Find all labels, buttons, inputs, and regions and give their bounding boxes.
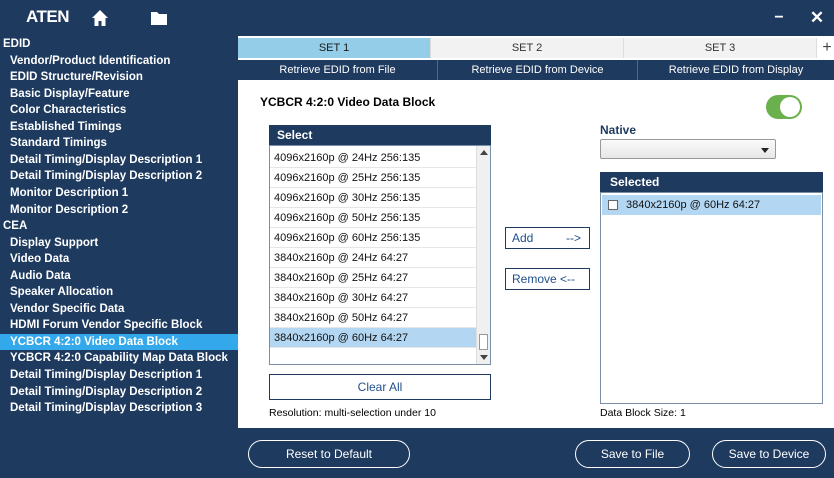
scroll-thumb[interactable]	[479, 334, 488, 350]
home-icon[interactable]	[90, 8, 110, 28]
sidebar-item[interactable]: Monitor Description 2	[0, 202, 238, 219]
sidebar-item[interactable]: Audio Data	[0, 268, 238, 285]
select-scrollbar[interactable]	[476, 146, 490, 364]
sidebar-item[interactable]: Detail Timing/Display Description 1	[0, 152, 238, 169]
reset-to-default-button[interactable]: Reset to Default	[248, 440, 410, 468]
tab-set-1[interactable]: SET 1	[238, 38, 431, 58]
selected-list[interactable]: 3840x2160p @ 60Hz 64:27	[600, 192, 823, 404]
sidebar-item[interactable]: Color Characteristics	[0, 102, 238, 119]
toggle-knob	[780, 97, 800, 117]
select-list-item[interactable]: 4096x2160p @ 25Hz 256:135	[270, 168, 476, 188]
select-list-item[interactable]: 3840x2160p @ 60Hz 64:27	[270, 328, 476, 348]
remove-button[interactable]: Remove <--	[505, 268, 590, 290]
title-bar: ATEN − ✕	[0, 0, 834, 36]
selected-header: Selected	[600, 172, 823, 192]
clear-all-button[interactable]: Clear All	[269, 374, 491, 400]
native-select[interactable]	[600, 139, 776, 159]
save-to-device-button[interactable]: Save to Device	[712, 440, 826, 468]
add-arrow-icon: -->	[566, 231, 581, 245]
add-tab-button[interactable]: +	[820, 38, 834, 58]
sidebar: EDID Vendor/Product Identification EDID St…	[0, 36, 238, 478]
sidebar-item[interactable]: Monitor Description 1	[0, 185, 238, 202]
enable-toggle[interactable]	[766, 95, 802, 119]
select-list-item[interactable]: 3840x2160p @ 24Hz 64:27	[270, 248, 476, 268]
select-list-item[interactable]: 4096x2160p @ 60Hz 256:135	[270, 228, 476, 248]
select-list[interactable]: 4096x2160p @ 24Hz 256:135 4096x2160p @ 25…	[269, 145, 491, 365]
sidebar-item[interactable]: Vendor Specific Data	[0, 301, 238, 318]
select-list-item[interactable]: 3840x2160p @ 30Hz 64:27	[270, 288, 476, 308]
select-list-item[interactable]: 4096x2160p @ 50Hz 256:135	[270, 208, 476, 228]
sidebar-item[interactable]: Detail Timing/Display Description 2	[0, 168, 238, 185]
sidebar-item[interactable]: Basic Display/Feature	[0, 86, 238, 103]
sidebar-item[interactable]: YCBCR 4:2:0 Capability Map Data Block	[0, 350, 238, 367]
save-to-file-button[interactable]: Save to File	[575, 440, 690, 468]
sidebar-item[interactable]: Vendor/Product Identification	[0, 53, 238, 70]
chevron-down-icon	[761, 148, 769, 153]
page-title: YCBCR 4:2:0 Video Data Block	[260, 95, 436, 109]
retrieve-bar: Retrieve EDID from File Retrieve EDID fr…	[238, 60, 834, 80]
bottom-bar: Reset to Default Save to File Save to De…	[238, 428, 834, 478]
sidebar-item[interactable]: EDID	[0, 36, 238, 53]
sidebar-item[interactable]: Established Timings	[0, 119, 238, 136]
data-block-size: Data Block Size: 1	[600, 407, 686, 419]
select-list-item[interactable]: 4096x2160p @ 30Hz 256:135	[270, 188, 476, 208]
select-header: Select	[269, 125, 491, 145]
sidebar-item[interactable]: YCBCR 4:2:0 Video Data Block	[0, 333, 238, 351]
resolution-note: Resolution: multi-selection under 10	[269, 407, 436, 419]
sidebar-item[interactable]: Display Support	[0, 235, 238, 252]
scroll-down-icon[interactable]	[480, 355, 488, 360]
select-list-item[interactable]: 4096x2160p @ 24Hz 256:135	[270, 148, 476, 168]
retrieve-from-display-button[interactable]: Retrieve EDID from Display	[638, 60, 834, 80]
aten-logo: ATEN	[26, 7, 70, 26]
folder-icon[interactable]	[150, 10, 168, 26]
selected-list-item[interactable]: 3840x2160p @ 60Hz 64:27	[602, 195, 821, 215]
add-button[interactable]: Add -->	[505, 227, 590, 249]
sidebar-item[interactable]: HDMI Forum Vendor Specific Block	[0, 317, 238, 334]
retrieve-from-device-button[interactable]: Retrieve EDID from Device	[438, 60, 638, 80]
add-button-label: Add	[512, 231, 534, 245]
close-button[interactable]: ✕	[806, 6, 828, 30]
sidebar-item[interactable]: Detail Timing/Display Description 1	[0, 367, 238, 384]
sidebar-item[interactable]: Detail Timing/Display Description 3	[0, 400, 238, 417]
tab-set-3[interactable]: SET 3	[624, 38, 817, 58]
sidebar-item[interactable]: Standard Timings	[0, 135, 238, 152]
set-tabs: SET 1 SET 2 SET 3 +	[238, 38, 834, 58]
select-list-item[interactable]: 3840x2160p @ 50Hz 64:27	[270, 308, 476, 328]
sidebar-item[interactable]: Video Data	[0, 251, 238, 268]
tab-set-2[interactable]: SET 2	[431, 38, 624, 58]
native-label: Native	[600, 123, 637, 137]
selected-item-label: 3840x2160p @ 60Hz 64:27	[626, 199, 761, 211]
sidebar-item[interactable]: Detail Timing/Display Description 2	[0, 384, 238, 401]
minimize-button[interactable]: −	[768, 6, 790, 30]
sidebar-item[interactable]: Speaker Allocation	[0, 284, 238, 301]
retrieve-from-file-button[interactable]: Retrieve EDID from File	[238, 60, 438, 80]
scroll-up-icon[interactable]	[480, 150, 488, 155]
sidebar-item[interactable]: EDID Structure/Revision	[0, 69, 238, 86]
select-list-item[interactable]: 3840x2160p @ 25Hz 64:27	[270, 268, 476, 288]
selected-item-checkbox[interactable]	[608, 200, 618, 210]
sidebar-item[interactable]: CEA	[0, 218, 238, 235]
